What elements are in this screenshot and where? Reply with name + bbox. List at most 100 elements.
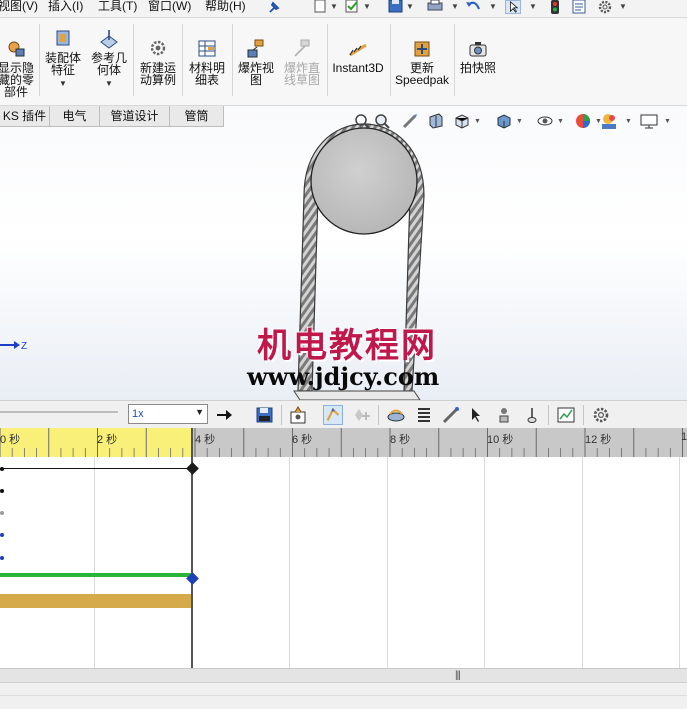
ribbon-separator [390, 24, 391, 96]
chevron-down-icon[interactable]: ▼ [406, 2, 414, 11]
chevron-down-icon[interactable]: ▼ [330, 2, 338, 11]
edit-appearance-icon[interactable] [574, 112, 592, 130]
button-label: 细表 [194, 73, 219, 87]
playback-speed-select[interactable]: 1x ▼ [128, 404, 208, 424]
chevron-down-icon[interactable]: ▼ [474, 118, 481, 125]
triad-axis-label: Z [21, 341, 27, 352]
graphics-area[interactable]: ▼ ▼ ▼ ▼ ▼ ▼ Z 机电教程网 www.jdjcy.com [0, 106, 687, 400]
command-manager-tabs: KS 插件 电气 管道设计 管筒 [0, 106, 224, 127]
spring-icon[interactable] [414, 405, 434, 425]
add-key-icon[interactable] [352, 405, 372, 425]
print-icon[interactable] [427, 0, 443, 14]
chevron-down-icon[interactable]: ▼ [625, 118, 632, 125]
play-from-start-icon[interactable] [214, 405, 234, 425]
timeline-horizontal-scrollbar[interactable]: ||| [0, 668, 687, 682]
hide-show-items-icon[interactable] [536, 112, 554, 130]
options-check-icon[interactable] [344, 0, 360, 14]
zoom-area-icon[interactable] [373, 112, 391, 130]
menu-window[interactable]: 窗口(W) [148, 0, 191, 12]
chevron-down-icon[interactable]: ▼ [363, 2, 371, 11]
button-label: 特征 [50, 63, 75, 77]
apply-scene-icon[interactable] [600, 112, 618, 130]
track-marker [0, 511, 4, 515]
pulley-wheel[interactable] [310, 127, 418, 235]
rebuild-traffic-light-icon[interactable] [547, 0, 563, 14]
exploded-view-button[interactable]: 爆炸视 图 [235, 38, 277, 86]
gravity-icon[interactable] [522, 405, 542, 425]
new-motion-study-button[interactable]: 新建运 动算例 [137, 38, 179, 86]
save-animation-icon[interactable] [255, 405, 275, 425]
instant3d-button[interactable]: Instant3D [330, 38, 386, 74]
chevron-down-icon[interactable]: ▼ [451, 2, 459, 11]
scrollbar-grip-icon[interactable]: ||| [455, 670, 461, 681]
file-properties-icon[interactable] [571, 0, 587, 14]
status-bar [0, 682, 687, 709]
explode-line-sketch-button: 爆炸直 线草图 [281, 38, 323, 86]
chevron-down-icon[interactable]: ▼ [529, 2, 537, 11]
speedpak-icon [414, 41, 430, 57]
explode-line-sketch-icon [294, 39, 310, 57]
reference-geometry-button[interactable]: 参考几 何体 ▼ [89, 28, 129, 90]
playback-slider[interactable] [0, 411, 118, 413]
assembly-feature-button[interactable]: 装配体 特征 ▼ [43, 28, 83, 90]
chevron-down-icon[interactable]: ▼ [89, 78, 129, 90]
zoom-to-fit-icon[interactable] [353, 112, 371, 130]
track-line-assembly[interactable] [0, 468, 192, 469]
toolbar-separator [548, 405, 549, 425]
animation-wizard-icon[interactable] [289, 405, 309, 425]
autokey-icon[interactable] [323, 405, 343, 425]
assembly-feature-icon [56, 30, 70, 46]
timeline-gridline [387, 457, 388, 668]
button-label: 拍快照 [459, 61, 496, 75]
component-track-bar[interactable] [0, 594, 192, 608]
contact-icon[interactable] [494, 405, 514, 425]
camera-icon [469, 42, 487, 57]
chevron-down-icon[interactable]: ▼ [489, 2, 497, 11]
tab-ks-plugins[interactable]: KS 插件 [0, 106, 50, 127]
previous-view-icon[interactable] [401, 112, 419, 130]
menu-tools[interactable]: 工具(T) [98, 0, 137, 12]
damper-icon[interactable] [441, 405, 461, 425]
motion-timeline[interactable]: 0 秒 2 秒 4 秒 6 秒 8 秒 10 秒 12 秒 1 [0, 428, 687, 668]
chevron-down-icon[interactable]: ▼ [619, 2, 627, 11]
view-orientation-icon[interactable] [453, 112, 471, 130]
motor-icon[interactable] [386, 405, 406, 425]
menu-help[interactable]: 帮助(H) [205, 0, 246, 12]
key-point-diamond[interactable] [186, 462, 199, 475]
results-plot-icon[interactable] [556, 405, 576, 425]
motion-study-properties-icon[interactable] [591, 405, 611, 425]
take-snapshot-button[interactable]: 拍快照 [457, 38, 499, 74]
button-label: 动算例 [139, 73, 176, 87]
update-speedpak-button[interactable]: 更新 Speedpak [393, 38, 451, 86]
chevron-down-icon[interactable]: ▼ [557, 118, 564, 125]
chevron-down-icon[interactable]: ▼ [43, 78, 83, 90]
bill-of-materials-icon [198, 40, 216, 57]
button-label: 图 [249, 73, 262, 87]
chevron-down-icon[interactable]: ▼ [664, 118, 671, 125]
view-settings-icon[interactable] [640, 112, 658, 130]
pin-icon[interactable] [266, 0, 282, 14]
bill-of-materials-button[interactable]: 材料明 细表 [186, 38, 228, 86]
new-document-icon[interactable] [312, 0, 328, 14]
chevron-down-icon[interactable]: ▼ [195, 407, 204, 417]
force-icon[interactable] [466, 405, 486, 425]
tab-piping[interactable]: 管道设计 [100, 106, 170, 127]
show-hidden-components-button[interactable]: 显示隐 藏的零 部件 [0, 38, 36, 98]
tab-electrical[interactable]: 电气 [50, 106, 100, 127]
menu-insert[interactable]: 插入(I) [48, 0, 83, 12]
tab-tubing[interactable]: 管筒 [170, 106, 224, 127]
motor-track-bar[interactable] [0, 573, 192, 577]
gear-icon[interactable] [597, 0, 613, 14]
chevron-down-icon[interactable]: ▼ [516, 118, 523, 125]
button-label: 线草图 [283, 73, 320, 87]
toolbar-separator [281, 405, 282, 425]
ribbon-separator [327, 24, 328, 96]
section-view-icon[interactable] [427, 112, 445, 130]
menu-view[interactable]: 视图(V) [0, 0, 38, 12]
save-icon[interactable] [388, 0, 404, 14]
undo-icon[interactable] [465, 0, 481, 14]
hanging-block[interactable] [293, 390, 421, 400]
select-cursor-icon[interactable] [505, 0, 521, 14]
tick-label: 6 秒 [292, 434, 313, 446]
display-style-icon[interactable] [495, 112, 513, 130]
